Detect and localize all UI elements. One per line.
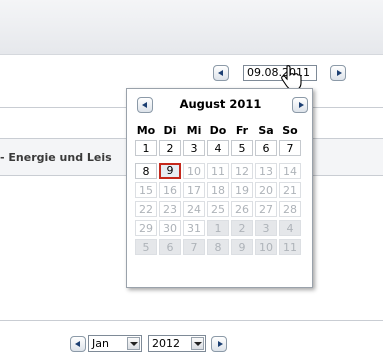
next-month-button[interactable] xyxy=(292,97,308,113)
calendar-day[interactable]: 18 xyxy=(207,182,229,198)
calendar-day[interactable]: 26 xyxy=(231,201,253,217)
calendar-day[interactable]: 1 xyxy=(135,140,157,156)
calendar-day[interactable]: 29 xyxy=(135,220,157,236)
arrow-left-icon xyxy=(218,70,223,76)
calendar-day[interactable]: 15 xyxy=(135,182,157,198)
chevron-down-icon[interactable] xyxy=(127,337,140,350)
calendar-day[interactable]: 4 xyxy=(279,220,301,236)
weekday-header: Mo Di Mi Do Fr Sa So xyxy=(135,123,307,139)
calendar-day[interactable]: 28 xyxy=(279,201,301,217)
calendar-day[interactable]: 2 xyxy=(231,220,253,236)
divider xyxy=(0,320,383,321)
calendar-day[interactable]: 11 xyxy=(279,239,301,255)
calendar-day[interactable]: 7 xyxy=(279,140,301,156)
weekday-label: Sa xyxy=(258,124,274,137)
calendar-day[interactable]: 19 xyxy=(231,182,253,198)
hand-pointer-icon xyxy=(281,65,302,90)
next-year-button[interactable] xyxy=(211,336,227,352)
calendar-day[interactable]: 10 xyxy=(255,239,277,255)
calendar-day[interactable]: 6 xyxy=(255,140,277,156)
weekday-label: So xyxy=(282,124,298,137)
month-select[interactable]: Jan xyxy=(88,335,142,352)
calendar-week: 15 16 17 18 19 20 21 xyxy=(135,182,307,198)
calendar-day[interactable]: 14 xyxy=(279,163,301,179)
calendar-day[interactable]: 25 xyxy=(207,201,229,217)
calendar-day[interactable]: 8 xyxy=(207,239,229,255)
calendar-popup: August 2011 Mo Di Mi Do Fr Sa So 1 2 3 4… xyxy=(126,88,313,288)
weekday-label: Mo xyxy=(136,124,156,137)
calendar-week: 5 6 7 8 9 10 11 xyxy=(135,239,307,255)
calendar-week: 1 2 3 4 5 6 7 xyxy=(135,140,307,156)
calendar-day[interactable]: 8 xyxy=(135,163,157,179)
arrow-right-icon xyxy=(337,70,342,76)
calendar-day[interactable]: 6 xyxy=(159,239,181,255)
calendar-day[interactable]: 2 xyxy=(159,140,181,156)
calendar-title: August 2011 xyxy=(179,97,262,111)
calendar-day[interactable]: 27 xyxy=(255,201,277,217)
calendar-day[interactable]: 30 xyxy=(159,220,181,236)
calendar-day[interactable]: 9 xyxy=(231,239,253,255)
calendar-week: 29 30 31 1 2 3 4 xyxy=(135,220,307,236)
month-select-value: Jan xyxy=(92,337,109,350)
calendar-day[interactable]: 3 xyxy=(183,140,205,156)
year-select[interactable]: 2012 xyxy=(148,335,206,352)
calendar-day[interactable]: 10 xyxy=(183,163,205,179)
calendar-day[interactable]: 20 xyxy=(255,182,277,198)
arrow-right-icon xyxy=(299,102,304,108)
calendar-day[interactable]: 12 xyxy=(231,163,253,179)
calendar-day[interactable]: 7 xyxy=(183,239,205,255)
arrow-left-icon xyxy=(75,341,80,347)
calendar-week: 22 23 24 25 26 27 28 xyxy=(135,201,307,217)
calendar-day[interactable]: 3 xyxy=(255,220,277,236)
selected-day[interactable]: 9 xyxy=(159,163,181,179)
weekday-label: Di xyxy=(163,124,177,137)
calendar-day[interactable]: 11 xyxy=(207,163,229,179)
calendar-day[interactable]: 16 xyxy=(159,182,181,198)
calendar-day[interactable]: 24 xyxy=(183,201,205,217)
calendar-day[interactable]: 13 xyxy=(255,163,277,179)
weekday-label: Do xyxy=(209,124,227,137)
calendar-day[interactable]: 31 xyxy=(183,220,205,236)
calendar-day[interactable]: 4 xyxy=(207,140,229,156)
calendar-day[interactable]: 21 xyxy=(279,182,301,198)
arrow-right-icon xyxy=(218,341,223,347)
next-date-button[interactable] xyxy=(330,65,346,81)
header-band xyxy=(0,0,383,55)
calendar-day[interactable]: 5 xyxy=(135,239,157,255)
prev-date-button[interactable] xyxy=(213,65,229,81)
weekday-label: Mi xyxy=(186,124,202,137)
weekday-label: Fr xyxy=(235,124,249,137)
calendar-day[interactable]: 5 xyxy=(231,140,253,156)
calendar-day[interactable]: 1 xyxy=(207,220,229,236)
calendar-day[interactable]: 22 xyxy=(135,201,157,217)
calendar-day[interactable]: 23 xyxy=(159,201,181,217)
calendar-day[interactable]: 17 xyxy=(183,182,205,198)
chevron-down-icon[interactable] xyxy=(191,337,204,350)
prev-year-button[interactable] xyxy=(70,336,86,352)
section-label: - Energie und Leis xyxy=(0,151,112,164)
year-select-value: 2012 xyxy=(152,337,180,350)
calendar-week: 8 9 10 11 12 13 14 xyxy=(135,163,307,179)
